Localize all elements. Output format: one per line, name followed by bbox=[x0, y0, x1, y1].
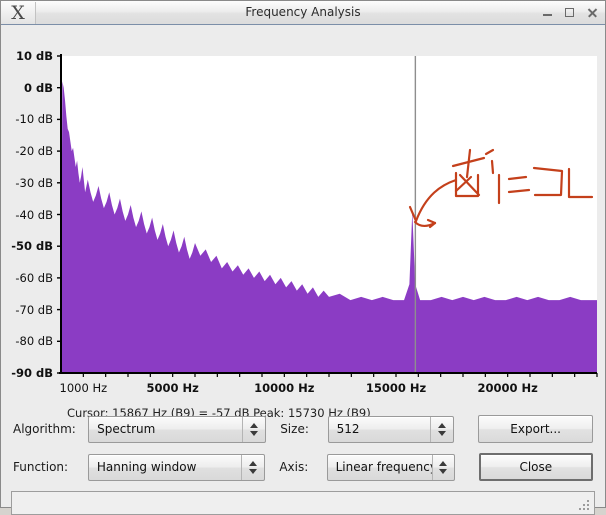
y-axis-tick-label: -70 dB bbox=[15, 302, 53, 317]
y-axis-tick-label: -20 dB bbox=[15, 144, 53, 159]
y-axis-tick-label: -90 dB bbox=[11, 366, 53, 380]
plot-wrapper: 10 dB 0 dB -10 dB -20 dB -30 dB -40 dB -50 dB -… bbox=[1, 25, 606, 420]
x-axis-tick-label: 1000 Hz bbox=[59, 381, 108, 395]
function-label: Function: bbox=[13, 460, 69, 474]
spectrum-chart[interactable]: 10 dB 0 dB -10 dB -20 dB -30 dB -40 dB -50 dB -… bbox=[1, 25, 606, 420]
x-axis-tick-label: 5000 Hz bbox=[146, 381, 199, 395]
algorithm-label: Algorithm: bbox=[13, 422, 76, 436]
size-value: 512 bbox=[336, 422, 360, 436]
algorithm-select[interactable]: Spectrum bbox=[88, 415, 267, 443]
y-axis-tick-label: -10 dB bbox=[15, 112, 53, 127]
x-axis-tick-label: 15000 Hz bbox=[365, 381, 427, 395]
axis-label: Axis: bbox=[279, 460, 309, 474]
axis-spinner-icon[interactable] bbox=[431, 454, 454, 480]
y-axis-tick-label: 10 dB bbox=[15, 49, 53, 63]
spectrum-plot-svg[interactable] bbox=[1, 25, 606, 405]
size-label: Size: bbox=[280, 422, 309, 436]
function-select[interactable]: Hanning window bbox=[87, 453, 266, 481]
function-row: Function: Hanning window Axis: Linear fr… bbox=[13, 453, 593, 481]
window-controls bbox=[542, 1, 599, 24]
close-button[interactable]: Close bbox=[478, 453, 593, 481]
window-title: Frequency Analysis bbox=[245, 5, 361, 19]
y-axis-tick-label: -50 dB bbox=[11, 239, 53, 254]
frequency-analysis-window: X Frequency Analysis 10 dB 0 dB -10 dB -20 … bbox=[0, 0, 606, 515]
x-axis-tick-label: 10000 Hz bbox=[254, 381, 315, 395]
y-axis-tick-label: -60 dB bbox=[15, 270, 53, 285]
maximize-icon[interactable] bbox=[564, 6, 577, 19]
y-axis-tick-label: -80 dB bbox=[15, 334, 53, 349]
y-axis-tick-label: 0 dB bbox=[23, 80, 53, 95]
minimize-icon[interactable] bbox=[542, 6, 555, 19]
size-spinner-icon[interactable] bbox=[430, 416, 453, 442]
function-spinner-icon[interactable] bbox=[241, 454, 264, 480]
status-bar bbox=[11, 491, 595, 515]
export-button[interactable]: Export... bbox=[478, 415, 593, 443]
y-axis-labels: 10 dB 0 dB -10 dB -20 dB -30 dB -40 dB -50 dB -… bbox=[1, 25, 59, 380]
resize-grip-icon[interactable] bbox=[579, 500, 591, 512]
axis-value: Linear frequency bbox=[335, 460, 432, 474]
x-axis-tick-label: 20000 Hz bbox=[477, 381, 538, 395]
y-axis-tick-label: -30 dB bbox=[15, 175, 53, 190]
app-icon: X bbox=[1, 1, 36, 24]
size-select[interactable]: 512 bbox=[327, 415, 455, 443]
title-bar[interactable]: X Frequency Analysis bbox=[1, 1, 605, 25]
axis-select[interactable]: Linear frequency bbox=[326, 453, 455, 481]
y-axis-tick-label: -40 dB bbox=[15, 207, 53, 222]
algorithm-spinner-icon[interactable] bbox=[242, 416, 265, 442]
algorithm-value: Spectrum bbox=[97, 422, 156, 436]
function-value: Hanning window bbox=[96, 460, 197, 474]
close-icon[interactable] bbox=[586, 6, 599, 19]
